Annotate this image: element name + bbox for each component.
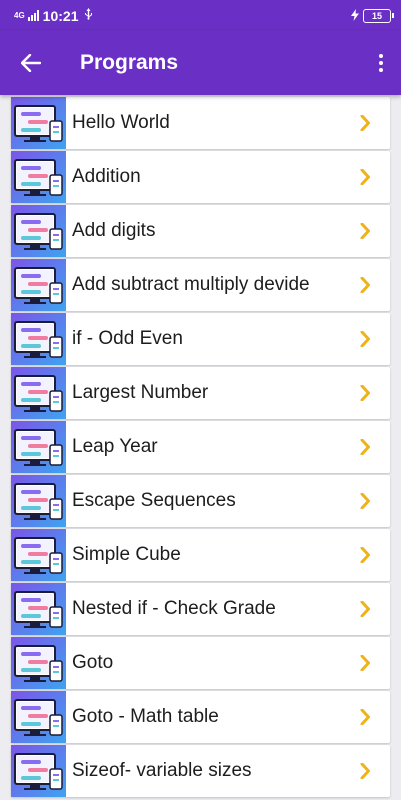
program-label: Simple Cube — [72, 544, 181, 565]
charging-icon — [351, 8, 359, 24]
chevron-right-icon — [360, 475, 382, 527]
list-item[interactable]: Simple Cube — [11, 529, 390, 581]
page-title: Programs — [80, 51, 179, 74]
clock: 10:21 — [42, 7, 79, 24]
program-label: Largest Number — [72, 382, 209, 403]
program-thumbnail-icon — [11, 745, 66, 797]
battery-icon: 15 — [363, 8, 394, 23]
program-thumbnail-icon — [11, 205, 66, 257]
program-label: Add subtract multiply devide — [72, 274, 310, 295]
chevron-right-icon — [360, 745, 382, 797]
chevron-right-icon — [360, 691, 382, 743]
program-label: Goto - Math table — [72, 706, 219, 727]
program-thumbnail-icon — [11, 313, 66, 365]
program-thumbnail-icon — [11, 97, 66, 149]
network-type: 4G — [14, 10, 25, 20]
list-item[interactable]: if - Odd Even — [11, 313, 390, 365]
chevron-right-icon — [360, 259, 382, 311]
program-label: if - Odd Even — [72, 328, 183, 349]
program-thumbnail-icon — [11, 259, 66, 311]
chevron-right-icon — [360, 583, 382, 635]
list-item[interactable]: Goto - Math table — [11, 691, 390, 743]
list-item[interactable]: Add subtract multiply devide — [11, 259, 390, 311]
program-thumbnail-icon — [11, 151, 66, 203]
back-button[interactable] — [0, 31, 62, 95]
chevron-right-icon — [360, 313, 382, 365]
program-thumbnail-icon — [11, 691, 66, 743]
program-thumbnail-icon — [11, 475, 66, 527]
program-thumbnail-icon — [11, 637, 66, 689]
usb-icon — [84, 8, 93, 23]
list-item[interactable]: Leap Year — [11, 421, 390, 473]
list-item[interactable]: Goto — [11, 637, 390, 689]
list-item[interactable]: Addition — [11, 151, 390, 203]
list-item[interactable]: Add digits — [11, 205, 390, 257]
list-item[interactable]: Escape Sequences — [11, 475, 390, 527]
program-label: Sizeof- variable sizes — [72, 760, 252, 781]
chevron-right-icon — [360, 529, 382, 581]
program-thumbnail-icon — [11, 583, 66, 635]
list-item[interactable]: Hello World — [11, 97, 390, 149]
chevron-right-icon — [360, 151, 382, 203]
program-label: Nested if - Check Grade — [72, 598, 276, 619]
signal-icon — [27, 10, 39, 21]
program-label: Hello World — [72, 112, 170, 133]
program-label: Escape Sequences — [72, 490, 236, 511]
program-label: Add digits — [72, 220, 156, 241]
chevron-right-icon — [360, 637, 382, 689]
program-label: Addition — [72, 166, 141, 187]
list-item[interactable]: Sizeof- variable sizes — [11, 745, 390, 797]
overflow-menu-button[interactable] — [361, 31, 401, 95]
list-item[interactable]: Nested if - Check Grade — [11, 583, 390, 635]
chevron-right-icon — [360, 421, 382, 473]
chevron-right-icon — [360, 205, 382, 257]
program-thumbnail-icon — [11, 421, 66, 473]
arrow-left-icon — [21, 54, 41, 72]
program-thumbnail-icon — [11, 367, 66, 419]
chevron-right-icon — [360, 367, 382, 419]
program-thumbnail-icon — [11, 529, 66, 581]
status-bar: 4G 10:21 15 — [0, 0, 401, 31]
list-item[interactable]: Largest Number — [11, 367, 390, 419]
program-list: Hello World Addition Add digits Add subt… — [0, 95, 401, 797]
app-bar: Programs — [0, 31, 401, 95]
program-label: Leap Year — [72, 436, 158, 457]
chevron-right-icon — [360, 97, 382, 149]
program-label: Goto — [72, 652, 114, 673]
